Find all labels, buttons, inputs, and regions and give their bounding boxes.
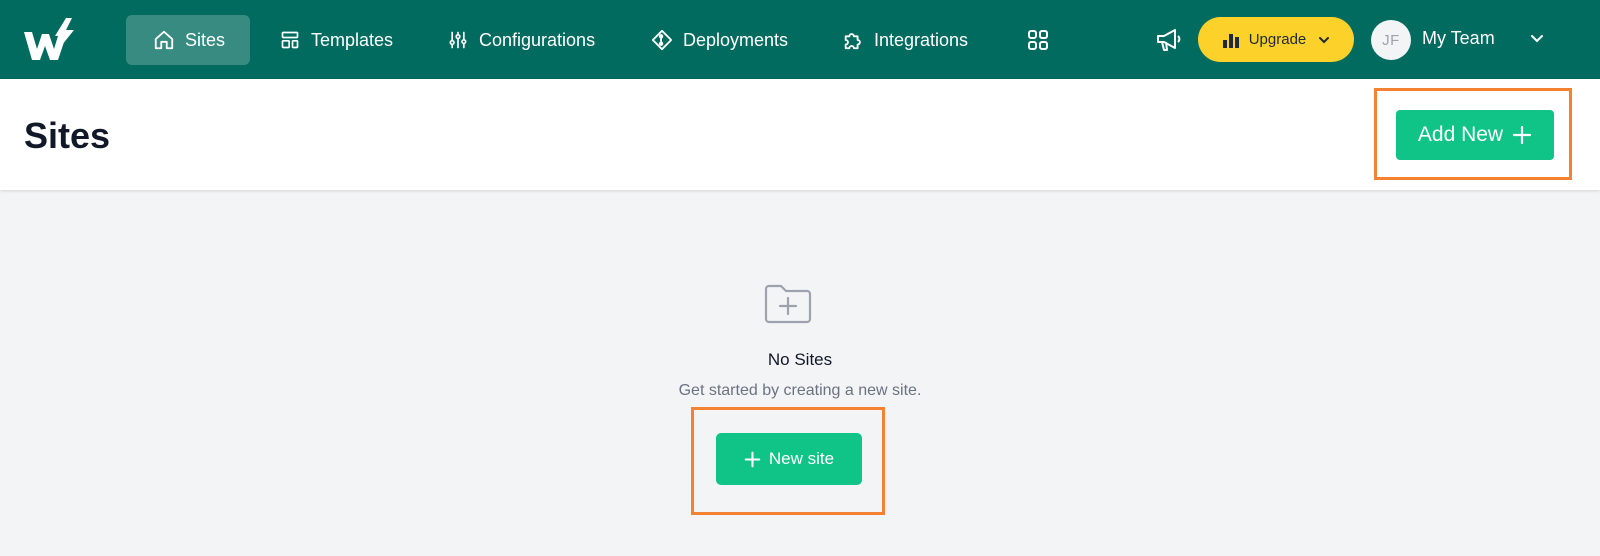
nav-item-label: Templates: [311, 29, 394, 50]
bar-chart-icon: [1222, 33, 1239, 48]
empty-state: No Sites Get started by creating a new s…: [0, 190, 1600, 556]
megaphone-icon[interactable]: [1155, 27, 1183, 53]
highlight-box: [691, 407, 885, 515]
grid-icon[interactable]: [1027, 29, 1049, 51]
empty-state-subtitle: Get started by creating a new site.: [678, 382, 922, 399]
folder-plus-icon: [764, 284, 812, 324]
nav-item-label: Deployments: [683, 29, 789, 50]
home-icon: [152, 28, 176, 52]
page-header: Sites Add New: [0, 79, 1600, 190]
upgrade-label: Upgrade: [1248, 31, 1307, 48]
team-name[interactable]: My Team: [1422, 28, 1495, 49]
empty-state-title: No Sites: [767, 350, 833, 369]
layout-icon: [278, 28, 302, 52]
nav-item-label: Configurations: [479, 29, 596, 50]
nav-item-integrations[interactable]: Integrations: [841, 15, 968, 65]
nav-item-templates[interactable]: Templates: [278, 15, 393, 65]
nav-item-label: Integrations: [874, 29, 969, 50]
puzzle-icon: [841, 28, 865, 52]
nav-item-label: Sites: [185, 29, 226, 50]
top-navigation-bar: Sites Templates Configurations Deploymen…: [0, 0, 1600, 79]
highlight-box: [1374, 88, 1572, 180]
upgrade-button[interactable]: Upgrade: [1198, 17, 1354, 62]
brand-logo-icon[interactable]: [22, 16, 78, 64]
nav-item-configurations[interactable]: Configurations: [446, 15, 595, 65]
nav-item-deployments[interactable]: Deployments: [650, 15, 788, 65]
git-branch-icon: [650, 28, 674, 52]
chevron-down-icon[interactable]: [1530, 34, 1544, 43]
page-title: Sites: [24, 115, 111, 156]
avatar[interactable]: JF: [1371, 20, 1411, 60]
nav-item-sites[interactable]: Sites: [126, 15, 251, 65]
sliders-icon: [446, 28, 470, 52]
chevron-down-icon: [1319, 36, 1330, 43]
